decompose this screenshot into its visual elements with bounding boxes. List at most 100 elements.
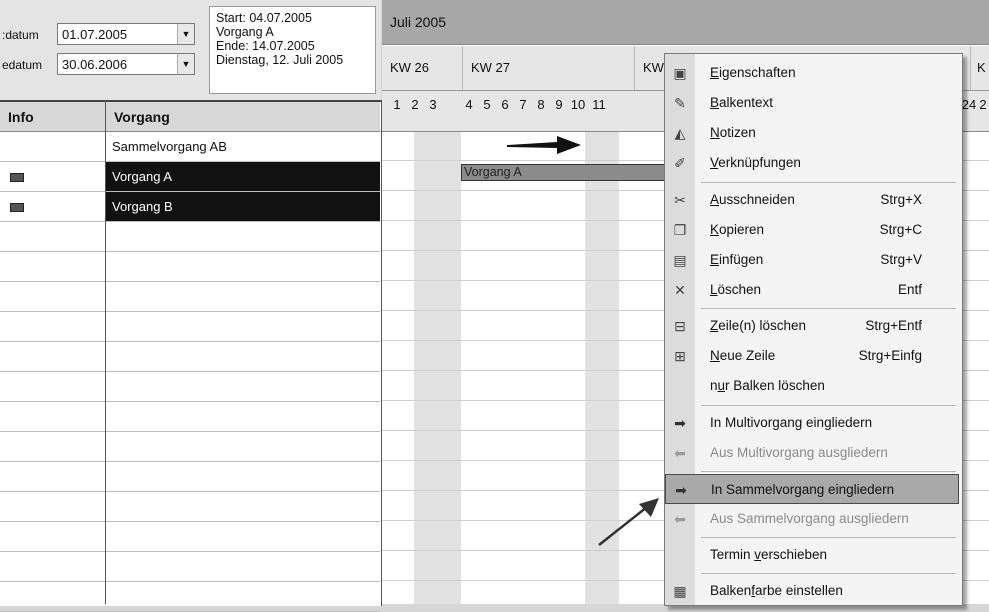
table-row[interactable] [0, 252, 380, 282]
menu-separator [701, 471, 956, 472]
menu-item-balkentext[interactable]: ✎ Balkentext [665, 88, 960, 118]
menu-item-aus-multivorgang[interactable]: ⬅ Aus Multivorgang ausgliedern [665, 438, 960, 468]
end-date-value: 30.06.2006 [62, 57, 128, 72]
tooltip-line: Start: 04.07.2005 [216, 11, 312, 25]
menu-item-label: Löschen [710, 282, 762, 297]
day-label: 4 [465, 97, 473, 112]
table-row[interactable] [0, 402, 380, 432]
bar-info-tooltip: Start: 04.07.2005 Vorgang A Ende: 14.07.… [209, 6, 376, 94]
menu-item-termin-verschieben[interactable]: Termin verschieben [665, 540, 960, 570]
new-row-icon: ⊞ [674, 348, 686, 364]
link-icon: ✐ [674, 155, 686, 171]
menu-item-label: Neue Zeile [710, 348, 776, 363]
day-label: 8 [537, 97, 545, 112]
paste-icon: ▤ [673, 252, 687, 268]
delete-row-icon: ⊟ [674, 318, 686, 334]
menu-separator [701, 573, 956, 574]
info-icon [10, 173, 24, 182]
chevron-down-icon[interactable]: ▼ [177, 54, 194, 74]
menu-item-label: nur Balken löschen [710, 378, 825, 393]
table-row[interactable]: Sammelvorgang AB [0, 132, 380, 162]
menu-item-label: In Multivorgang eingliedern [710, 415, 873, 430]
menu-item-balkenfarbe[interactable]: ▦ Balkenfarbe einstellen [665, 576, 960, 606]
end-date-label: edatum [2, 58, 43, 72]
menu-item-loeschen[interactable]: ✕ Löschen Entf [665, 275, 960, 305]
menu-item-shortcut: Strg+Einfg [858, 348, 922, 363]
day-label: 1 [393, 97, 401, 112]
table-row[interactable] [0, 462, 380, 492]
menu-item-eigenschaften[interactable]: ▣ Eigenschaften [665, 58, 960, 88]
menu-item-label: Aus Multivorgang ausgliedern [710, 445, 888, 460]
table-row[interactable] [0, 372, 380, 402]
menu-item-label: Ausschneiden [710, 192, 795, 207]
menu-item-label: Notizen [710, 125, 756, 140]
table-row[interactable]: Vorgang B [0, 192, 380, 222]
column-header-vorgang[interactable]: Vorgang [106, 102, 380, 132]
task-name: Sammelvorgang AB [112, 139, 227, 154]
menu-item-einfuegen[interactable]: ▤ Einfügen Strg+V [665, 245, 960, 275]
arrow-left-icon: ⬅ [674, 445, 686, 461]
context-menu: ▣ Eigenschaften ✎ Balkentext ◭ Notizen ✐… [664, 53, 963, 606]
delete-icon: ✕ [674, 282, 686, 298]
day-label: 11 [592, 97, 606, 112]
menu-item-ausschneiden[interactable]: ✂ Ausschneiden Strg+X [665, 185, 960, 215]
table-row[interactable]: Vorgang A [0, 162, 380, 192]
start-date-field[interactable]: 01.07.2005 ▼ [57, 23, 195, 45]
menu-item-label: Zeile(n) löschen [710, 318, 807, 333]
end-date-field[interactable]: 30.06.2006 ▼ [57, 53, 195, 75]
menu-item-label: Balkentext [710, 95, 774, 110]
table-row[interactable] [0, 432, 380, 462]
tooltip-line: Ende: 14.07.2005 [216, 39, 315, 53]
menu-item-aus-sammelvorgang[interactable]: ⬅ Aus Sammelvorgang ausgliedern [665, 504, 960, 534]
table-row[interactable] [0, 522, 380, 552]
menu-item-in-sammelvorgang[interactable]: ➡ In Sammelvorgang eingliedern [665, 474, 959, 504]
day-label: 6 [501, 97, 509, 112]
menu-item-kopieren[interactable]: ❐ Kopieren Strg+C [665, 215, 960, 245]
table-row[interactable] [0, 582, 380, 612]
week-label: KW 27 [462, 46, 634, 90]
menu-item-verknuepfungen[interactable]: ✐ Verknüpfungen [665, 148, 960, 178]
arrow-left-icon: ⬅ [674, 511, 686, 527]
day-label: 2 [411, 97, 419, 112]
menu-item-label: Verknüpfungen [710, 155, 801, 170]
day-label: 3 [429, 97, 437, 112]
table-row[interactable] [0, 282, 380, 312]
day-label: 5 [483, 97, 491, 112]
info-icon [10, 203, 24, 212]
tooltip-line: Dienstag, 12. Juli 2005 [216, 53, 344, 67]
task-bar[interactable]: Vorgang A [461, 164, 666, 181]
week-label: K [970, 46, 989, 90]
start-date-value: 01.07.2005 [62, 27, 128, 42]
menu-item-nur-balken-loeschen[interactable]: nur Balken löschen [665, 371, 960, 401]
column-header-info[interactable]: Info [0, 102, 106, 132]
table-row[interactable] [0, 552, 380, 582]
menu-item-in-multivorgang[interactable]: ➡ In Multivorgang eingliedern [665, 408, 960, 438]
table-row[interactable] [0, 492, 380, 522]
menu-separator [701, 182, 956, 183]
table-row[interactable] [0, 342, 380, 372]
menu-separator [701, 308, 956, 309]
menu-item-shortcut: Strg+X [880, 192, 922, 207]
menu-item-shortcut: Entf [897, 282, 922, 297]
menu-separator [701, 537, 956, 538]
menu-item-label: Aus Sammelvorgang ausgliedern [710, 511, 909, 526]
weekend-shade [414, 131, 461, 604]
arrow-right-icon: ➡ [675, 482, 687, 498]
day-label: 10 [570, 97, 586, 112]
month-header: Juli 2005 [382, 0, 989, 45]
menu-item-shortcut: Strg+Entf [865, 318, 922, 333]
menu-item-neue-zeile[interactable]: ⊞ Neue Zeile Strg+Einfg [665, 341, 960, 371]
table-row[interactable] [0, 222, 380, 252]
arrow-right-icon: ➡ [674, 415, 686, 431]
menu-item-notizen[interactable]: ◭ Notizen [665, 118, 960, 148]
copy-icon: ❐ [673, 222, 687, 238]
start-date-label: :datum [2, 28, 39, 42]
table-row[interactable] [0, 312, 380, 342]
chevron-down-icon[interactable]: ▼ [177, 24, 194, 44]
menu-item-zeilen-loeschen[interactable]: ⊟ Zeile(n) löschen Strg+Entf [665, 311, 960, 341]
summary-bar-arrow[interactable] [505, 134, 585, 156]
menu-item-label: Einfügen [710, 252, 764, 267]
menu-item-label: Eigenschaften [710, 65, 796, 80]
menu-item-label: Balkenfarbe einstellen [710, 583, 843, 598]
menu-item-label: Kopieren [710, 222, 765, 237]
